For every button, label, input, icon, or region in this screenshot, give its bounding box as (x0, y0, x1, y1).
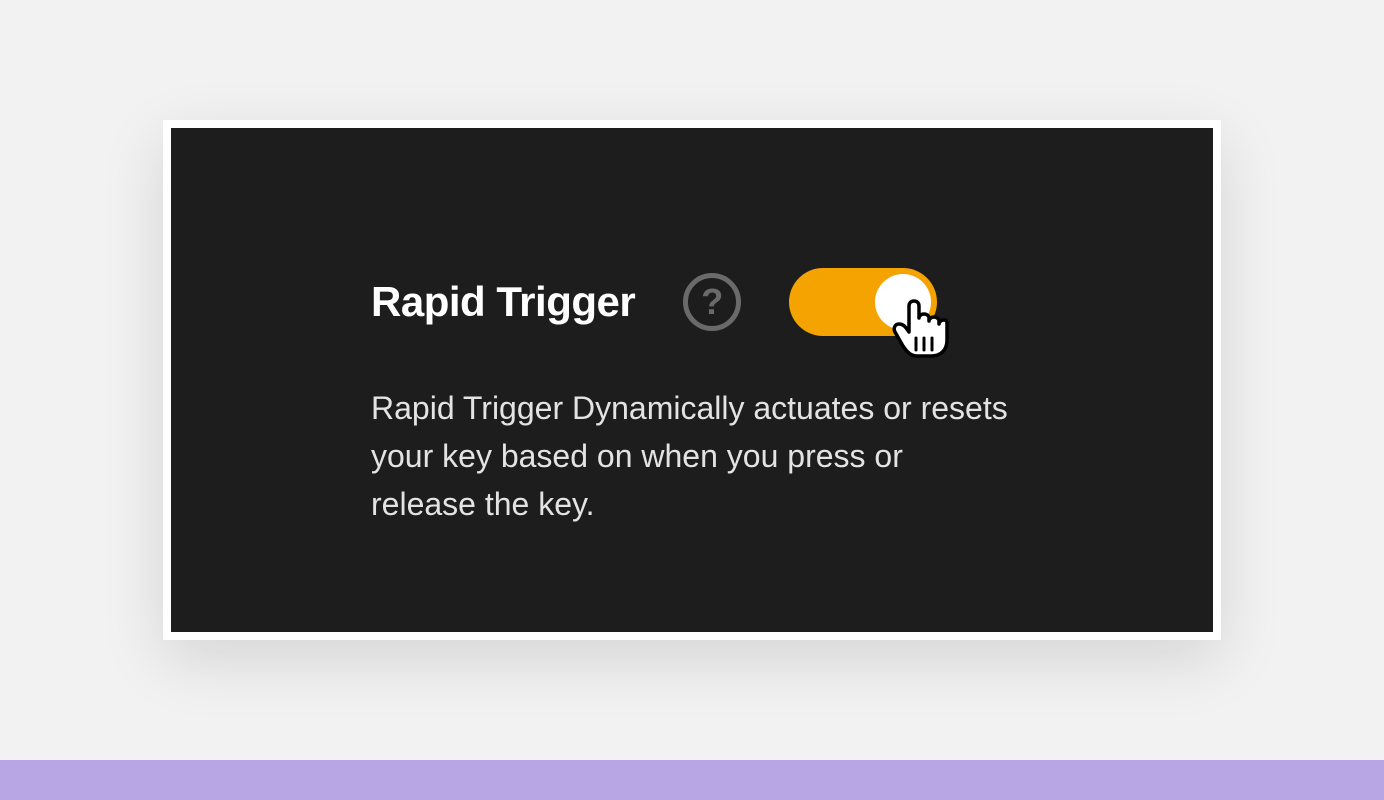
footer-accent-band (0, 760, 1384, 800)
help-icon[interactable]: ? (683, 273, 741, 331)
toggle-knob (875, 274, 931, 330)
setting-header-row: Rapid Trigger ? (371, 268, 1013, 336)
help-glyph: ? (701, 281, 723, 323)
setting-description: Rapid Trigger Dynamically actuates or re… (371, 384, 1011, 528)
settings-card: Rapid Trigger ? Rapid Trigger Dynamicall… (163, 120, 1221, 640)
toggle-wrapper (789, 268, 937, 336)
setting-title: Rapid Trigger (371, 278, 635, 326)
settings-card-body: Rapid Trigger ? Rapid Trigger Dynamicall… (171, 128, 1213, 632)
rapid-trigger-toggle[interactable] (789, 268, 937, 336)
